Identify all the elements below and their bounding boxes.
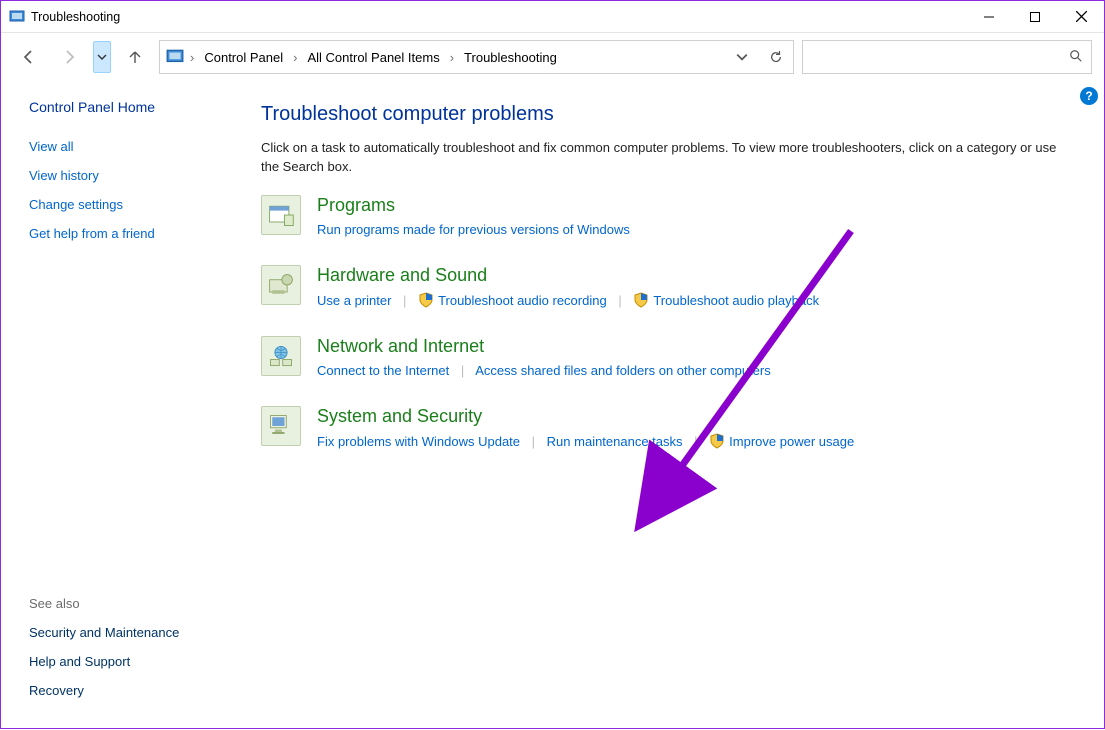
navigation-bar: › Control Panel › All Control Panel Item… [1,33,1104,81]
link-separator: | [694,434,697,449]
category-system-security: System and Security Fix problems with Wi… [261,406,1076,449]
back-button[interactable] [13,41,45,73]
refresh-button[interactable] [759,41,793,73]
link-separator: | [403,293,406,308]
link-power-usage[interactable]: Improve power usage [729,434,854,449]
link-separator: | [618,293,621,308]
main-content: ? Troubleshoot computer problems Click o… [251,81,1104,730]
programs-icon [261,195,301,235]
category-title[interactable]: Network and Internet [317,336,1076,357]
chevron-right-icon[interactable]: › [188,50,196,65]
sidebar-link-change-settings[interactable]: Change settings [29,197,223,212]
link-audio-playback[interactable]: Troubleshoot audio playback [653,293,819,308]
forward-button[interactable] [53,41,85,73]
see-also-label: See also [29,596,223,611]
location-icon [166,48,184,66]
breadcrumb-segment[interactable]: Control Panel [200,50,287,65]
sidebar-link-view-all[interactable]: View all [29,139,223,154]
chevron-right-icon[interactable]: › [448,50,456,65]
link-run-previous-versions[interactable]: Run programs made for previous versions … [317,222,630,237]
chevron-right-icon[interactable]: › [291,50,299,65]
app-icon [9,9,25,25]
hardware-icon [261,265,301,305]
shield-icon [709,433,725,449]
page-heading: Troubleshoot computer problems [261,103,1076,126]
control-panel-home-link[interactable]: Control Panel Home [29,99,223,115]
address-bar[interactable]: › Control Panel › All Control Panel Item… [159,40,794,74]
link-separator: | [532,434,535,449]
category-title[interactable]: Programs [317,195,1076,216]
link-connect-internet[interactable]: Connect to the Internet [317,363,449,378]
category-network-internet: Network and Internet Connect to the Inte… [261,336,1076,378]
see-also-recovery[interactable]: Recovery [29,683,223,698]
sidebar-link-view-history[interactable]: View history [29,168,223,183]
maximize-button[interactable] [1012,1,1058,33]
see-also-section: See also Security and Maintenance Help a… [29,596,223,712]
see-also-security-maintenance[interactable]: Security and Maintenance [29,625,223,640]
close-button[interactable] [1058,1,1104,33]
minimize-button[interactable] [966,1,1012,33]
link-use-printer[interactable]: Use a printer [317,293,391,308]
link-audio-recording[interactable]: Troubleshoot audio recording [438,293,607,308]
breadcrumb-segment[interactable]: Troubleshooting [460,50,561,65]
search-box[interactable] [802,40,1092,74]
page-intro: Click on a task to automatically trouble… [261,139,1076,177]
network-icon [261,336,301,376]
search-input[interactable] [811,49,1069,66]
breadcrumb-segment[interactable]: All Control Panel Items [303,50,443,65]
help-button[interactable]: ? [1080,87,1098,105]
titlebar: Troubleshooting [1,1,1104,33]
link-maintenance-tasks[interactable]: Run maintenance tasks [547,434,683,449]
search-icon[interactable] [1069,49,1083,66]
sidebar: Control Panel Home View all View history… [1,81,251,730]
recent-locations-button[interactable] [93,41,111,73]
category-programs: Programs Run programs made for previous … [261,195,1076,237]
link-access-shared[interactable]: Access shared files and folders on other… [475,363,771,378]
category-hardware-sound: Hardware and Sound Use a printer | Troub… [261,265,1076,308]
address-history-button[interactable] [725,41,759,73]
link-windows-update[interactable]: Fix problems with Windows Update [317,434,520,449]
system-icon [261,406,301,446]
up-button[interactable] [119,41,151,73]
category-title[interactable]: Hardware and Sound [317,265,1076,286]
shield-icon [418,292,434,308]
sidebar-link-get-help[interactable]: Get help from a friend [29,226,223,241]
see-also-help-support[interactable]: Help and Support [29,654,223,669]
window-title: Troubleshooting [31,10,120,24]
link-separator: | [461,363,464,378]
shield-icon [633,292,649,308]
category-title[interactable]: System and Security [317,406,1076,427]
